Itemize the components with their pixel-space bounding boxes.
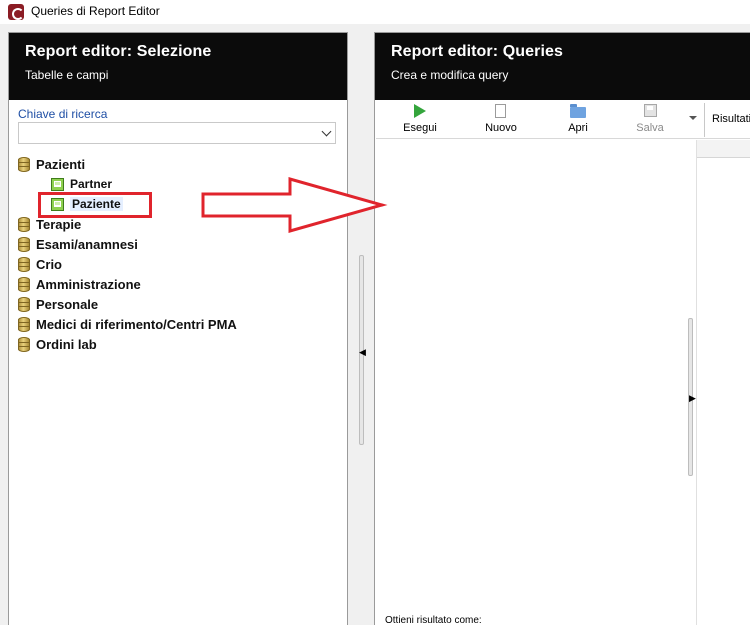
selection-panel: Report editor: Selezione Tabelle e campi… [8,32,348,625]
run-button[interactable]: Esegui [393,101,447,139]
tree-node-label: Personale [36,296,99,312]
run-button-label: Esegui [403,122,437,134]
new-button-label: Nuovo [485,122,517,134]
tree-node-label: Crio [36,256,62,272]
tree-node-personale[interactable]: Personale [18,295,98,313]
queries-panel-title: Report editor: Queries [391,43,564,60]
new-document-icon [495,104,506,118]
tree-node-label: Partner [70,177,113,191]
save-icon [644,104,657,117]
window-title: Queries di Report Editor [31,4,160,18]
window-title-bar: Queries di Report Editor [0,0,750,24]
tree-node-label: Pazienti [36,156,86,172]
selection-panel-title: Report editor: Selezione [25,43,212,60]
toolbar-separator [704,103,705,137]
database-icon [18,156,30,172]
arrow-annotation-icon [201,177,388,233]
tab-results[interactable]: Risultati [712,113,750,125]
app-logo-icon [8,4,24,20]
database-icon [18,316,30,332]
tree-node-partner[interactable]: Partner [51,175,112,193]
new-button[interactable]: Nuovo [474,101,528,139]
open-button[interactable]: Apri [551,101,605,139]
database-icon [18,236,30,252]
highlight-box [38,192,152,218]
result-as-label: Ottieni risultato come: [385,615,482,625]
play-icon [414,104,426,118]
save-button-label: Salva [636,122,664,134]
tree-node-crio[interactable]: Crio [18,255,62,273]
tree-node-ordini-lab[interactable]: Ordini lab [18,335,97,353]
tree-node-label: Terapie [36,216,82,232]
selection-panel-subtitle: Tabelle e campi [25,68,109,82]
collapse-left-arrow-icon[interactable]: ◀ [359,347,366,357]
results-divider [696,140,697,625]
search-key-label: Chiave di ricerca [18,107,108,121]
tree-node-label: Amministrazione [36,276,141,292]
queries-panel-header: Report editor: Queries Crea e modifica q… [375,33,750,100]
search-key-combobox[interactable] [18,122,336,144]
save-button: Salva [623,101,677,139]
tree-node-label: Medici di riferimento/Centri PMA [36,316,237,332]
tree-node-pazienti[interactable]: Pazienti [18,155,85,173]
database-icon [18,256,30,272]
database-icon [18,276,30,292]
query-toolbar: Esegui Nuovo Apri Salva Risultati [376,101,750,139]
tree-node-esami-anamnesi[interactable]: Esami/anamnesi [18,235,138,253]
tree-node-label: Ordini lab [36,336,97,352]
expand-right-arrow-icon[interactable]: ▶ [689,393,696,403]
open-folder-icon [570,104,586,118]
queries-panel: Report editor: Queries Crea e modifica q… [374,32,750,625]
open-button-label: Apri [568,122,588,134]
tree-node-amministrazione[interactable]: Amministrazione [18,275,141,293]
tree-node-label: Esami/anamnesi [36,236,138,252]
database-icon [18,296,30,312]
database-icon [18,216,30,232]
chevron-down-icon[interactable] [321,126,332,137]
toolbar-overflow-dropdown-icon[interactable] [689,116,697,120]
table-icon [51,177,64,191]
database-icon [18,336,30,352]
selection-panel-header: Report editor: Selezione Tabelle e campi [9,33,347,100]
tree-node-medici-riferimento[interactable]: Medici di riferimento/Centri PMA [18,315,237,333]
results-grid-header [697,140,750,158]
queries-panel-subtitle: Crea e modifica query [391,68,509,82]
